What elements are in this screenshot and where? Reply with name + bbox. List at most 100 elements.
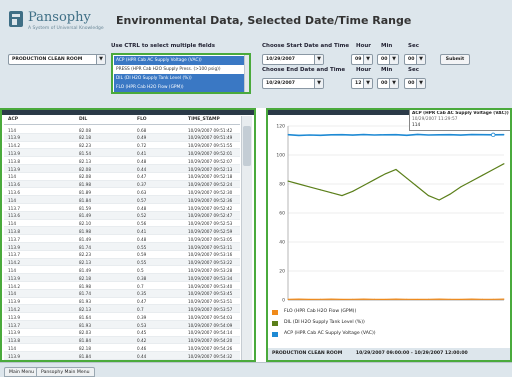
cell-time-stamp: 10/29/2007 09:51:55 xyxy=(188,143,233,149)
field-option-flo[interactable]: FLO (HPR Cab H2O Flow (GPM)) xyxy=(114,83,245,92)
table-row[interactable]: 114.2 82.13 0.7 10/29/2007 09:53:57 xyxy=(4,305,240,314)
data-point-acp xyxy=(406,134,408,136)
start-date-select[interactable]: 10/29/2007 ▼ xyxy=(262,54,324,65)
table-row[interactable]: 113.8 81.84 0.42 10/29/2007 09:54:20 xyxy=(4,336,240,345)
start-hour-select[interactable]: 09 ▼ xyxy=(351,54,373,65)
table-row[interactable]: 113.9 81.93 0.47 10/29/2007 09:53:51 xyxy=(4,298,240,306)
table-row[interactable]: 113.9 81.54 0.41 10/29/2007 09:52:01 xyxy=(4,149,240,158)
table-row[interactable]: 114.2 82.13 0.55 10/29/2007 09:53:22 xyxy=(4,258,240,267)
end-min-select[interactable]: 00 ▼ xyxy=(377,78,399,89)
table-row[interactable]: 114 82.10 0.56 10/29/2007 09:52:53 xyxy=(4,220,240,228)
data-point-flo xyxy=(384,298,386,300)
chevron-down-icon: ▼ xyxy=(96,55,105,64)
data-point-flo xyxy=(319,298,321,300)
logo-name: Pansophy xyxy=(28,10,91,25)
fields-multiselect[interactable]: ACP (HPR Cab AC Supply Voltage (VAC)) PR… xyxy=(111,53,251,94)
table-row[interactable]: 114.2 81.98 0.7 10/29/2007 09:53:40 xyxy=(4,282,240,290)
column-header-flo[interactable]: FLO xyxy=(137,117,147,122)
table-row[interactable]: 113.7 81.59 0.48 10/29/2007 09:52:42 xyxy=(4,204,240,212)
cell-dil: 82.10 xyxy=(79,221,91,227)
table-row[interactable]: 113.6 81.89 0.63 10/29/2007 09:52:30 xyxy=(4,188,240,197)
table-row[interactable]: 113.7 81.49 0.48 10/29/2007 09:53:05 xyxy=(4,235,240,243)
pansophy-logo[interactable]: Pansophy A System of Universal Knowledge xyxy=(8,10,108,36)
table-scrollbar-thumb[interactable] xyxy=(243,126,251,166)
cell-acp: 113.9 xyxy=(8,299,20,305)
header: Pansophy A System of Universal Knowledge… xyxy=(0,0,512,108)
cell-acp: 114.2 xyxy=(8,283,20,289)
cell-time-stamp: 10/29/2007 09:52:47 xyxy=(188,213,233,219)
table-row[interactable]: 113.8 81.98 0.41 10/29/2007 09:52:59 xyxy=(4,227,240,236)
table-row[interactable]: 113.9 82.03 0.45 10/29/2007 09:54:14 xyxy=(4,329,240,337)
cell-flo: 0.55 xyxy=(137,260,147,266)
table-row[interactable]: 113.9 82.18 0.38 10/29/2007 09:53:34 xyxy=(4,274,240,282)
table-row[interactable]: 113.9 81.64 0.39 10/29/2007 09:54:03 xyxy=(4,313,240,321)
data-point-dil xyxy=(330,192,332,194)
cell-flo: 0.46 xyxy=(137,345,147,351)
room-select[interactable]: PRODUCTION CLEAN ROOM ▼ xyxy=(8,54,106,65)
chevron-down-icon: ▼ xyxy=(389,79,398,88)
table-row[interactable]: 114.2 82.23 0.72 10/29/2007 09:51:55 xyxy=(4,142,240,150)
table-row[interactable]: 113.9 81.74 0.55 10/29/2007 09:53:11 xyxy=(4,242,240,251)
table-row[interactable]: 113.7 82.23 0.59 10/29/2007 09:53:16 xyxy=(4,251,240,259)
tab-main-menu[interactable]: Main Menu xyxy=(4,367,40,377)
column-header-time-stamp[interactable]: TIME_STAMP xyxy=(188,117,220,122)
table-row[interactable]: 114 82.08 0.68 10/29/2007 09:51:42 xyxy=(4,126,240,134)
cell-dil: 82.08 xyxy=(79,174,91,180)
legend-label-acp: ACP (HPR Cab AC Supply Voltage (VAC)) xyxy=(284,331,376,336)
start-sec-select[interactable]: 00 ▼ xyxy=(404,54,426,65)
cell-time-stamp: 10/29/2007 09:52:24 xyxy=(188,182,233,188)
fields-scrollbar[interactable] xyxy=(244,55,249,92)
table-row[interactable]: 113.9 81.84 0.44 10/29/2007 09:54:32 xyxy=(4,352,240,360)
table-row[interactable]: 113.6 81.49 0.52 10/29/2007 09:52:47 xyxy=(4,211,240,220)
table-row[interactable]: 113.7 81.93 0.53 10/29/2007 09:54:09 xyxy=(4,320,240,329)
submit-button[interactable]: Submit xyxy=(440,54,470,65)
data-point-dil xyxy=(460,186,462,188)
table-row[interactable]: 114 82.08 0.47 10/29/2007 09:52:18 xyxy=(4,173,240,181)
data-point-acp xyxy=(395,134,397,136)
table-scrollbar[interactable] xyxy=(241,116,252,360)
room-select-value: PRODUCTION CLEAN ROOM xyxy=(12,57,83,62)
column-header-dil[interactable]: DIL xyxy=(79,117,87,122)
table-row[interactable]: 114 81.49 0.5 10/29/2007 09:53:28 xyxy=(4,266,240,275)
legend-swatch-flo xyxy=(272,310,278,315)
end-sec-select[interactable]: 00 ▼ xyxy=(404,78,426,89)
cell-dil: 81.89 xyxy=(79,189,91,195)
field-option-press[interactable]: PRESS (HPR Cab H2O Supply Press. (>100 p… xyxy=(114,65,245,74)
cell-flo: 0.48 xyxy=(137,158,147,164)
data-point-dil xyxy=(309,186,311,188)
end-date-select[interactable]: 10/29/2007 ▼ xyxy=(262,78,324,89)
start-sec-label: Sec xyxy=(408,43,419,49)
table-row[interactable]: 114 81.74 0.35 10/29/2007 09:53:45 xyxy=(4,289,240,298)
end-sec-label: Sec xyxy=(408,67,419,73)
chart-panel: 120 100 80 60 40 20 0 ACP (HPR Cab AC Supply V… xyxy=(266,108,512,362)
cell-acp: 114 xyxy=(8,174,16,180)
table-row[interactable]: 114 82.18 0.46 10/29/2007 09:54:26 xyxy=(4,344,240,353)
data-point-flo xyxy=(481,298,483,300)
tab-pansophy-main-menu[interactable]: Pansophy Main Menu xyxy=(36,367,95,377)
start-min-select[interactable]: 00 ▼ xyxy=(377,54,399,65)
cell-time-stamp: 10/29/2007 09:51:42 xyxy=(188,127,233,133)
table-row[interactable]: 114 81.84 0.57 10/29/2007 09:52:36 xyxy=(4,196,240,204)
table-row[interactable]: 113.6 81.98 0.37 10/29/2007 09:52:24 xyxy=(4,180,240,189)
column-header-acp[interactable]: ACP xyxy=(8,117,18,122)
data-point-dil xyxy=(363,184,365,186)
cell-dil: 82.23 xyxy=(79,143,91,149)
cell-time-stamp: 10/29/2007 09:53:28 xyxy=(188,267,233,273)
field-option-acp[interactable]: ACP (HPR Cab AC Supply Voltage (VAC)) xyxy=(114,56,245,65)
field-option-dil[interactable]: DIL (DI H2O Supply Tank Level (%)) xyxy=(114,74,245,83)
table-row[interactable]: 113.9 82.18 0.49 10/29/2007 09:51:49 xyxy=(4,133,240,142)
cell-flo: 0.44 xyxy=(137,166,147,172)
chevron-down-icon: ▼ xyxy=(363,55,372,64)
end-hour-select[interactable]: 12 ▼ xyxy=(351,78,373,89)
cell-dil: 81.84 xyxy=(79,338,91,344)
logo-tagline: A System of Universal Knowledge xyxy=(28,26,104,31)
cell-dil: 81.98 xyxy=(79,182,91,188)
data-point-flo xyxy=(352,298,354,300)
cell-time-stamp: 10/29/2007 09:53:11 xyxy=(188,244,233,250)
table-row[interactable]: 113.8 82.13 0.48 10/29/2007 09:52:07 xyxy=(4,157,240,165)
data-point-dil xyxy=(417,186,419,188)
cell-acp: 114 xyxy=(8,127,16,133)
cell-flo: 0.49 xyxy=(137,135,147,141)
table-row[interactable]: 113.9 82.08 0.44 10/29/2007 09:52:13 xyxy=(4,164,240,173)
cell-time-stamp: 10/29/2007 09:53:57 xyxy=(188,306,233,312)
